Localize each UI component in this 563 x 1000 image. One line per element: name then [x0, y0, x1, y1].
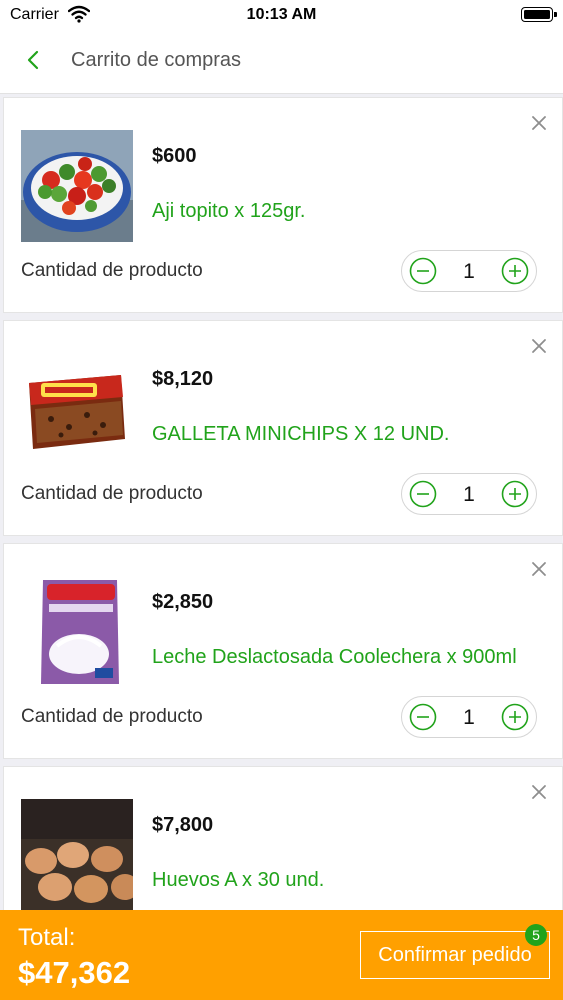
cart-list[interactable]: $600 Aji topito x 125gr. Cantidad de pro… — [0, 97, 563, 910]
total-label: Total: — [18, 924, 76, 951]
page-title: Carrito de compras — [71, 49, 242, 71]
product-image — [21, 130, 133, 242]
cart-item: $7,800 Huevos A x 30 und. — [3, 766, 563, 910]
status-time: 10:13 AM — [246, 6, 317, 23]
status-bar: Carrier 10:13 AM — [0, 0, 563, 30]
cart-count-badge: 5 — [525, 924, 547, 946]
quantity-label: Cantidad de producto — [21, 260, 203, 281]
plus-icon[interactable] — [501, 703, 529, 731]
close-icon[interactable] — [530, 560, 548, 578]
product-price: $2,850 — [152, 591, 214, 613]
product-price: $7,800 — [152, 814, 214, 836]
quantity-stepper: 1 — [401, 696, 537, 738]
total-amount: $47,362 — [18, 955, 131, 990]
product-price: $600 — [152, 145, 197, 167]
quantity-label: Cantidad de producto — [21, 706, 203, 727]
cart-item: $600 Aji topito x 125gr. Cantidad de pro… — [3, 97, 563, 313]
confirm-order-button[interactable]: Confirmar pedido — [360, 931, 550, 979]
product-image — [21, 799, 133, 910]
close-icon[interactable] — [530, 337, 548, 355]
quantity-label: Cantidad de producto — [21, 483, 203, 504]
product-price: $8,120 — [152, 368, 214, 390]
product-image — [21, 576, 133, 688]
cart-item: $2,850 Leche Deslactosada Coolechera x 9… — [3, 543, 563, 759]
checkout-bar: Total: $47,362 Confirmar pedido 5 — [0, 910, 563, 1000]
product-name: Aji topito x 125gr. — [152, 200, 306, 222]
close-icon[interactable] — [530, 114, 548, 132]
close-icon[interactable] — [530, 783, 548, 801]
battery-icon — [521, 7, 557, 22]
chevron-left-icon[interactable] — [20, 46, 48, 74]
product-image — [21, 353, 133, 465]
plus-icon[interactable] — [501, 257, 529, 285]
plus-icon[interactable] — [501, 480, 529, 508]
quantity-stepper: 1 — [401, 250, 537, 292]
navigation-bar: Carrito de compras — [0, 30, 563, 94]
quantity-stepper: 1 — [401, 473, 537, 515]
cart-item: $8,120 GALLETA MINICHIPS X 12 UND. Canti… — [3, 320, 563, 536]
product-name: GALLETA MINICHIPS X 12 UND. — [152, 423, 450, 445]
product-name: Leche Deslactosada Coolechera x 900ml — [152, 646, 517, 668]
product-name: Huevos A x 30 und. — [152, 869, 325, 891]
